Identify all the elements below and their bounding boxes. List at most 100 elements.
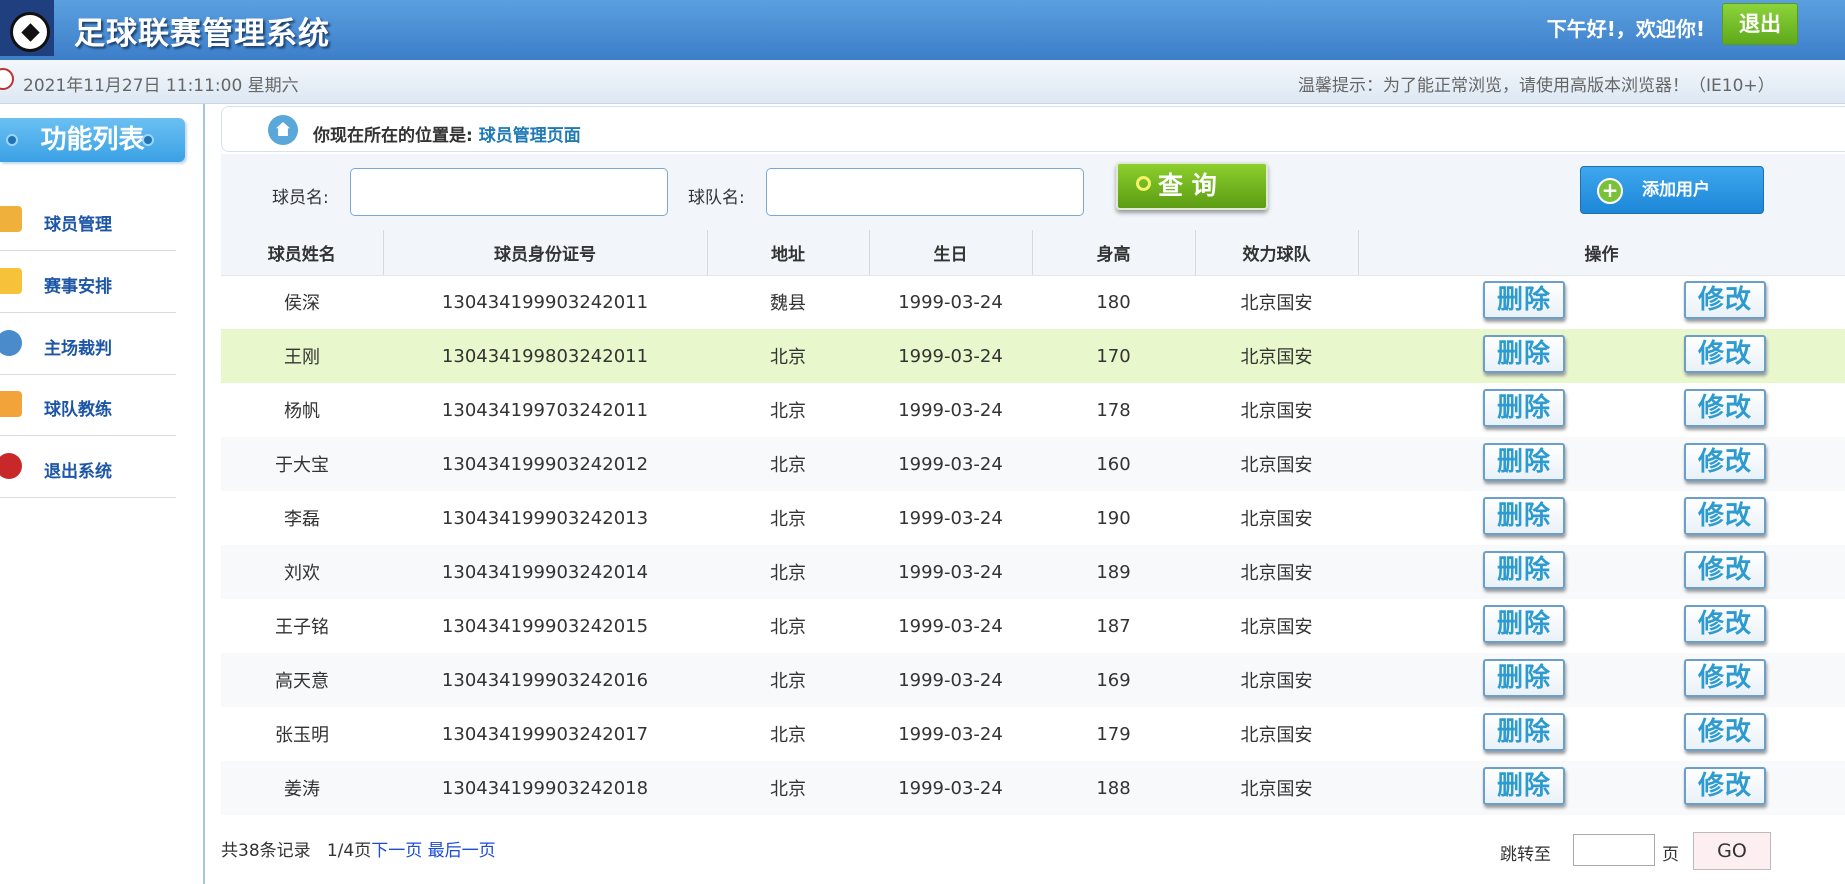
delete-button[interactable]: 删除	[1483, 335, 1565, 373]
edit-button[interactable]: 修改	[1684, 605, 1766, 643]
query-label: 查 询	[1158, 171, 1217, 200]
team-name-input[interactable]	[766, 168, 1084, 216]
pencil-icon	[0, 206, 22, 232]
edit-button[interactable]: 修改	[1684, 335, 1766, 373]
bullet-icon	[142, 134, 154, 146]
height-cell: 187	[1096, 615, 1131, 637]
delete-button[interactable]: 删除	[1483, 551, 1565, 589]
player-name-cell: 于大宝	[221, 437, 383, 491]
next-page-link[interactable]: 下一页	[371, 841, 422, 861]
jump-label: 跳转至	[1500, 845, 1551, 865]
table-row: 侯深 130434199903242011 魏县 1999-03-24 180 北京国安 删…	[221, 275, 1845, 329]
edit-button[interactable]: 修改	[1684, 659, 1766, 697]
height-cell: 180	[1096, 291, 1131, 313]
id-card-cell: 130434199903242017	[441, 723, 649, 745]
sidebar-item-label: 球队教练	[44, 400, 112, 420]
sidebar-item-referee[interactable]: 主场裁判	[0, 314, 176, 375]
player-name-cell: 李磊	[284, 509, 320, 530]
height-cell: 170	[1032, 329, 1195, 383]
address-cell: 北京	[770, 401, 806, 422]
actions-cell: 删除 修改	[1358, 761, 1845, 815]
id-card-cell: 130434199803242011	[383, 329, 707, 383]
breadcrumb: 你现在所在的位置是: 球员管理页面	[221, 106, 1845, 152]
app-title: 足球联赛管理系统	[74, 16, 330, 52]
add-user-button[interactable]: + 添加用户	[1580, 166, 1764, 214]
delete-button[interactable]: 删除	[1483, 497, 1565, 535]
team-cell: 北京国安	[1195, 761, 1358, 815]
id-card-cell: 130434199903242018	[383, 761, 707, 815]
table-row: 王刚 130434199803242011 北京 1999-03-24 170 北京国安删…	[221, 329, 1845, 383]
column-header: 操作	[1358, 230, 1845, 276]
table-row: 刘欢 130434199903242014 北京 1999-03-24 189 北京国安删…	[221, 545, 1845, 599]
delete-button[interactable]: 删除	[1483, 443, 1565, 481]
team-cell: 北京国安	[1240, 293, 1313, 315]
column-header: 球员身份证号	[383, 230, 708, 276]
table-row: 于大宝 130434199903242012 北京 1999-03-24 160 北京国安…	[221, 437, 1845, 491]
query-button[interactable]: 查 询	[1116, 162, 1268, 210]
jump-page-input[interactable]	[1573, 834, 1655, 866]
id-card-cell: 130434199703242011	[441, 399, 649, 421]
id-card-cell: 130434199903242012	[383, 437, 707, 491]
table-body: 侯深 130434199903242011 魏县 1999-03-24 180 北京国安删…	[221, 275, 1845, 815]
table-row: 李磊 130434199903242013 北京 1999-03-24 190 北京国安 删…	[221, 491, 1845, 545]
home-icon[interactable]	[268, 115, 298, 145]
pagination: 共38条记录 1/4页下一页 最后一页	[221, 836, 496, 861]
table-row: 王子铭 130434199903242015 北京 1999-03-24 187 北京国安…	[221, 599, 1845, 653]
player-name-cell: 王刚	[221, 329, 383, 383]
actions-cell: 删除 修改	[1358, 599, 1845, 653]
sidebar-item-label: 赛事安排	[44, 277, 112, 297]
birthday-cell: 1999-03-24	[898, 723, 1003, 745]
delete-button[interactable]: 删除	[1483, 767, 1565, 805]
sidebar-title: 功能列表	[0, 118, 185, 162]
edit-button[interactable]: 修改	[1684, 713, 1766, 751]
delete-button[interactable]: 删除	[1483, 605, 1565, 643]
birthday-cell: 1999-03-24	[869, 545, 1032, 599]
coach-icon	[0, 391, 22, 417]
sidebar-item-coach[interactable]: 球队教练	[0, 375, 176, 436]
birthday-cell: 1999-03-24	[898, 399, 1003, 421]
info-bar: 2021年11月27日 11:11:00 星期六 温馨提示：为了能正常浏览，请使…	[0, 60, 1845, 104]
column-header: 效力球队	[1195, 230, 1359, 276]
plus-icon: +	[1597, 178, 1623, 204]
exit-icon	[0, 453, 22, 479]
sidebar-item-exit[interactable]: 退出系统	[0, 437, 176, 498]
sidebar-item-player-management[interactable]: 球员管理	[0, 190, 176, 251]
table-row: 张玉明 130434199903242017 北京 1999-03-24 179 北京国安…	[221, 707, 1845, 761]
search-bar: 球员名: 球队名: 查 询 + 添加用户	[221, 154, 1845, 230]
column-header: 生日	[869, 230, 1033, 276]
logout-button[interactable]: 退出	[1722, 3, 1798, 45]
player-name-cell: 姜涛	[221, 761, 383, 815]
player-name-cell: 侯深	[284, 293, 320, 315]
main-content: 你现在所在的位置是: 球员管理页面 球员名: 球队名: 查 询 + 添加用户 球…	[221, 104, 1845, 884]
id-card-cell: 130434199903242016	[383, 653, 707, 707]
team-cell: 北京国安	[1195, 653, 1358, 707]
delete-button[interactable]: 删除	[1483, 713, 1565, 751]
player-name-label: 球员名:	[272, 188, 329, 208]
edit-button[interactable]: 修改	[1684, 443, 1766, 481]
delete-button[interactable]: 删除	[1483, 389, 1565, 427]
column-header: 身高	[1032, 230, 1196, 276]
edit-button[interactable]: 修改	[1684, 497, 1766, 535]
delete-button[interactable]: 删除	[1483, 281, 1565, 320]
address-cell: 北京	[707, 437, 869, 491]
sidebar-item-match-schedule[interactable]: 赛事安排	[0, 252, 176, 313]
edit-button[interactable]: 修改	[1684, 281, 1766, 320]
actions-cell: 删除 修改	[1358, 707, 1845, 761]
height-cell: 190	[1096, 507, 1131, 529]
edit-button[interactable]: 修改	[1684, 551, 1766, 589]
address-cell: 北京	[770, 509, 806, 530]
page-unit-label: 页	[1662, 845, 1679, 865]
height-cell: 188	[1032, 761, 1195, 815]
address-cell: 北京	[707, 545, 869, 599]
go-button[interactable]: GO	[1693, 832, 1771, 870]
edit-button[interactable]: 修改	[1684, 767, 1766, 805]
breadcrumb-current-page[interactable]: 球员管理页面	[479, 126, 581, 146]
last-page-link[interactable]: 最后一页	[428, 841, 496, 861]
player-name-input[interactable]	[350, 168, 668, 216]
edit-button[interactable]: 修改	[1684, 389, 1766, 427]
id-card-cell: 130434199903242014	[383, 545, 707, 599]
address-cell: 北京	[770, 617, 806, 638]
column-header: 地址	[707, 230, 870, 276]
delete-button[interactable]: 删除	[1483, 659, 1565, 697]
sidebar-item-label: 球员管理	[44, 215, 112, 235]
